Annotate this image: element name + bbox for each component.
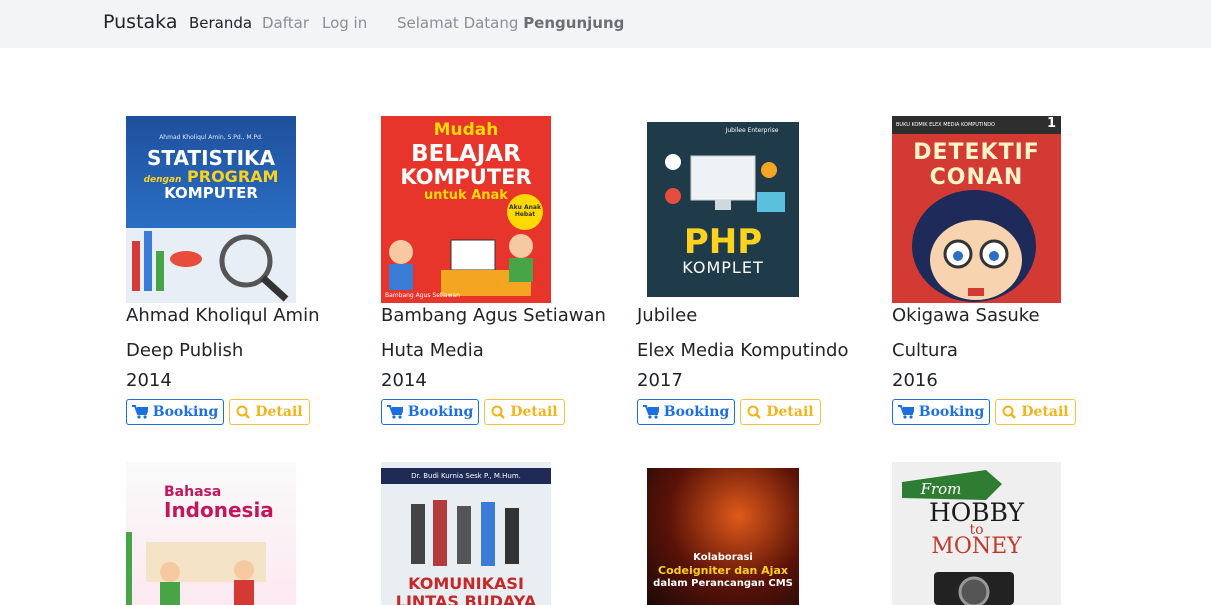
book-year: 2014 bbox=[126, 370, 172, 391]
cover-author: Ahmad Kholiqul Amin, S.Pd., M.Pd. bbox=[159, 134, 263, 141]
cover-author: Bambang Agus Setiawan bbox=[385, 292, 460, 299]
cover-title-4: KOMPUTER bbox=[164, 184, 258, 202]
cover-title-2: Indonesia bbox=[164, 498, 274, 522]
welcome-text: Selamat Datang Pengunjung bbox=[397, 14, 624, 32]
booking-button[interactable]: Booking bbox=[381, 399, 479, 425]
computer-illustration bbox=[665, 154, 785, 212]
cover-series: BUKU KOMIK ELEX MEDIA KOMPUTINDO bbox=[892, 116, 1042, 134]
search-icon bbox=[236, 405, 251, 419]
detail-button[interactable]: Detail bbox=[995, 399, 1076, 425]
chart-illustration bbox=[132, 231, 289, 302]
search-icon bbox=[747, 405, 762, 419]
cover-title-1: Mudah bbox=[433, 120, 499, 140]
cover-title-1: Kolaborasi bbox=[693, 552, 753, 563]
book-card: BUKU KOMIK ELEX MEDIA KOMPUTINDO 1 DETEK… bbox=[892, 116, 1132, 436]
cover-title-4: MONEY bbox=[931, 534, 1022, 559]
booking-label: Booking bbox=[152, 404, 219, 420]
cart-icon bbox=[642, 405, 659, 419]
cart-icon bbox=[897, 405, 914, 419]
book-card: Mudah BELAJAR KOMPUTER untuk Anak Aku An… bbox=[381, 116, 621, 436]
booking-button[interactable]: Booking bbox=[892, 399, 990, 425]
book-publisher: Cultura bbox=[892, 340, 958, 361]
detail-button[interactable]: Detail bbox=[229, 399, 310, 425]
navbar: Pustaka Beranda Daftar Log in Selamat Da… bbox=[0, 0, 1211, 48]
book-cover[interactable]: Dr. Budi Kurnia Sesk P., M.Hum. KOMUNIKA… bbox=[381, 462, 551, 605]
book-author: Bambang Agus Setiawan bbox=[381, 305, 606, 326]
cart-icon bbox=[131, 405, 148, 419]
classroom-illustration bbox=[126, 532, 266, 605]
book-card: Ahmad Kholiqul Amin, S.Pd., M.Pd. STATIS… bbox=[126, 116, 366, 436]
cover-title-2: BELAJAR bbox=[411, 141, 521, 167]
cover-author: Dr. Budi Kurnia Sesk P., M.Hum. bbox=[381, 468, 551, 484]
cover-title-1: From bbox=[920, 480, 962, 498]
cover-title-2: KOMPLET bbox=[682, 258, 764, 277]
detail-button[interactable]: Detail bbox=[740, 399, 821, 425]
conan-illustration bbox=[912, 190, 1036, 302]
book-year: 2016 bbox=[892, 370, 938, 391]
book-publisher: Huta Media bbox=[381, 340, 484, 361]
book-year: 2017 bbox=[637, 370, 683, 391]
detail-label: Detail bbox=[1021, 404, 1069, 420]
cover-publisher: Jubilee Enterprise bbox=[725, 127, 779, 134]
booking-button[interactable]: Booking bbox=[637, 399, 735, 425]
people-illustration bbox=[411, 500, 519, 566]
welcome-user: Pengunjung bbox=[523, 14, 625, 32]
nav-link-beranda[interactable]: Beranda bbox=[189, 14, 252, 32]
cover-title-1: KOMUNIKASI bbox=[408, 574, 524, 593]
nav-link-login[interactable]: Log in bbox=[322, 14, 367, 32]
book-cover[interactable]: Mudah BELAJAR KOMPUTER untuk Anak Aku An… bbox=[381, 116, 551, 303]
book-cover[interactable]: From HOBBY to MONEY bbox=[892, 462, 1061, 605]
cover-title-2: Codeigniter dan Ajax bbox=[658, 564, 788, 577]
cover-title-3: dalam Perancangan CMS bbox=[653, 578, 793, 589]
book-author: Okigawa Sasuke bbox=[892, 305, 1040, 326]
book-cover[interactable]: Jubilee Enterprise PHP KOMPLET bbox=[647, 122, 799, 297]
camera-illustration bbox=[934, 572, 1014, 605]
detail-label: Detail bbox=[766, 404, 814, 420]
cover-badge: Aku Anak Hebat bbox=[507, 194, 543, 230]
booking-label: Booking bbox=[663, 404, 730, 420]
book-cover[interactable]: Kolaborasi Codeigniter dan Ajax dalam Pe… bbox=[647, 468, 799, 605]
cover-title-3: KOMPUTER bbox=[400, 165, 532, 189]
cover-title-1: PHP bbox=[683, 222, 763, 262]
book-card: Jubilee Enterprise PHP KOMPLET Jubilee E… bbox=[637, 116, 877, 436]
search-icon bbox=[1002, 405, 1017, 419]
book-cover[interactable]: Bahasa Indonesia bbox=[126, 462, 296, 605]
detail-label: Detail bbox=[255, 404, 303, 420]
brand-link[interactable]: Pustaka bbox=[103, 11, 177, 33]
cover-volume: 1 bbox=[1042, 116, 1061, 134]
book-cover[interactable]: BUKU KOMIK ELEX MEDIA KOMPUTINDO 1 DETEK… bbox=[892, 116, 1061, 303]
booking-label: Booking bbox=[407, 404, 474, 420]
nav-link-daftar[interactable]: Daftar bbox=[262, 14, 309, 32]
booking-button[interactable]: Booking bbox=[126, 399, 224, 425]
cover-title-2: LINTAS BUDAYA bbox=[395, 592, 537, 605]
booking-label: Booking bbox=[918, 404, 985, 420]
search-icon bbox=[491, 405, 506, 419]
book-author: Jubilee bbox=[637, 305, 698, 326]
book-publisher: Elex Media Komputindo bbox=[637, 340, 849, 361]
cart-icon bbox=[386, 405, 403, 419]
kids-illustration bbox=[389, 234, 533, 296]
book-year: 2014 bbox=[381, 370, 427, 391]
book-cover[interactable]: Ahmad Kholiqul Amin, S.Pd., M.Pd. STATIS… bbox=[126, 116, 296, 303]
book-author: Ahmad Kholiqul Amin bbox=[126, 305, 320, 326]
detail-button[interactable]: Detail bbox=[484, 399, 565, 425]
book-publisher: Deep Publish bbox=[126, 340, 244, 361]
welcome-prefix: Selamat Datang bbox=[397, 14, 519, 32]
detail-label: Detail bbox=[510, 404, 558, 420]
